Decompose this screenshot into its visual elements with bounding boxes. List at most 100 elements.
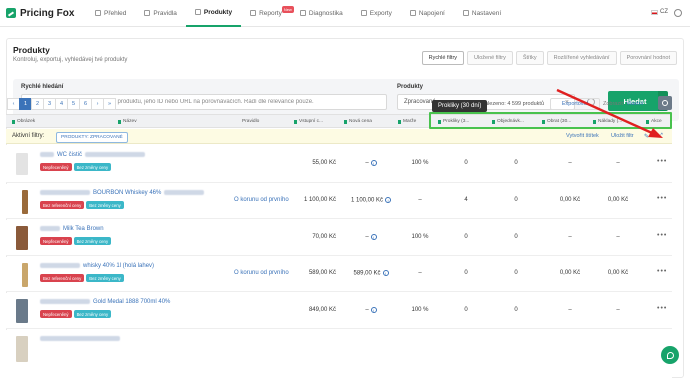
column-tooltip: Prokliky (30 dní) (432, 100, 488, 112)
language-code: CZ (660, 9, 668, 15)
logo-text: Pricing Fox (20, 7, 75, 19)
view-value: Vlastní (626, 101, 644, 107)
logo[interactable]: Pricing Fox (6, 8, 86, 19)
table-row[interactable] (6, 330, 672, 378)
sort-icon (12, 119, 15, 124)
language-switch[interactable]: CZ (651, 9, 668, 15)
cell-clicks: 4 (464, 197, 468, 203)
info-icon[interactable]: i (382, 270, 389, 276)
diagnostics-icon (299, 10, 306, 16)
tab-stitky[interactable]: Štítky (515, 51, 544, 65)
cell-orders: 0 (514, 234, 518, 240)
product-name[interactable] (40, 336, 123, 342)
cell-orders: 0 (514, 160, 518, 166)
col-name[interactable]: Název (118, 115, 233, 128)
cell-new-price-text: – (365, 234, 369, 241)
pagination: ‹ 1 2 3 4 5 6 › » (7, 98, 116, 110)
row-tags: Bez referenční ceny Bez změny ceny (40, 274, 124, 282)
nav-nastaveni[interactable]: Nastavení (454, 0, 510, 27)
products-icon (194, 9, 201, 15)
view-select[interactable]: Zobrazit: Vlastní (603, 98, 658, 110)
cell-revenue: – (568, 234, 572, 240)
products-select-value: Zpracované (404, 99, 436, 105)
products-filter-label: Produkty (397, 84, 424, 90)
sort-icon (344, 119, 347, 124)
save-filter-button[interactable]: Uložit filtr (611, 133, 634, 139)
col-new-price[interactable]: Nová cena (344, 115, 396, 128)
info-icon[interactable]: i (370, 307, 377, 313)
table-row[interactable]: Milk Tea Brown Nepřeceněný Bez změny ceny… (6, 220, 672, 256)
chat-button[interactable] (661, 346, 679, 364)
product-name[interactable]: Gold Medal 1888 700ml 40% (40, 299, 170, 305)
row-actions-menu[interactable]: ••• (657, 305, 667, 312)
highlight-box (429, 112, 672, 129)
cell-new-price-text: 589,00 Kč (353, 270, 381, 277)
expand-icon[interactable]: ⤢ (658, 133, 663, 140)
nav-prehled[interactable]: Přehled (86, 0, 135, 27)
nav-label: Napojení (418, 9, 445, 17)
cell-costs: – (616, 234, 620, 240)
cell-margin: – (418, 270, 422, 276)
product-name[interactable]: WC čistič (40, 152, 148, 158)
col-input-price[interactable]: Vstupní c... (294, 115, 342, 128)
filter-chip[interactable]: PRODUKTY: ZPRACOVANÉ (56, 132, 128, 143)
nav-exporty[interactable]: Exporty (352, 0, 401, 27)
tab-ulozene-filtry[interactable]: Uložené filtry (467, 51, 513, 65)
cell-revenue: 0,00 Kč (559, 270, 581, 276)
create-tag-button[interactable]: Vytvořit štítek (566, 133, 599, 139)
edit-icon[interactable]: ✎ (644, 133, 649, 140)
cell-orders: 0 (514, 307, 518, 313)
tab-porovnani-hodnot[interactable]: Porovnání hodnot (619, 51, 677, 65)
tag-no-reference-price: Bez referenční ceny (40, 201, 85, 209)
column-settings-button[interactable] (658, 96, 672, 110)
cell-orders: 0 (514, 197, 518, 203)
tag-unrepriced: Nepřeceněný (40, 237, 72, 245)
nav-label: Nastavení (471, 9, 502, 17)
nav-napojeni[interactable]: Napojení (401, 0, 454, 27)
cell-new-price-text: – (365, 160, 369, 167)
nav-pravidla[interactable]: Pravidla (135, 0, 185, 27)
cell-margin: – (418, 197, 422, 203)
tab-rychle-filtry[interactable]: Rychlé filtry (421, 51, 465, 65)
info-icon[interactable]: i (385, 197, 392, 203)
info-icon[interactable]: i (370, 234, 377, 240)
product-name-text: Milk Tea Brown (63, 226, 104, 233)
table-row[interactable]: Gold Medal 1888 700ml 40% Nepřeceněný Bez… (6, 293, 672, 329)
export-label: Exportovat (561, 101, 589, 107)
product-name[interactable]: whisky 40% 1l (holá lahev) (40, 263, 154, 269)
nav-produkty[interactable]: Produkty (185, 0, 242, 27)
last-page-button[interactable]: » (103, 98, 116, 110)
row-actions-menu[interactable]: ••• (657, 268, 667, 275)
row-actions-menu[interactable]: ••• (657, 232, 667, 239)
fox-logo-icon (6, 8, 16, 18)
export-button[interactable]: Exportovat (550, 98, 600, 110)
nav-diagnostika[interactable]: Diagnostika (291, 0, 352, 27)
found-count: alezeno: 4 599 produktů (485, 101, 545, 107)
redacted-text (40, 190, 90, 195)
table-row[interactable]: BOURBON Whiskey 46% Bez referenční ceny B… (6, 184, 672, 219)
info-icon[interactable]: i (370, 160, 377, 166)
connection-icon (409, 10, 416, 16)
cell-new-price: – i (346, 234, 396, 241)
col-image[interactable]: Obrázek (12, 115, 112, 128)
col-rule[interactable]: Pravidlo (242, 115, 292, 128)
nav-reporty[interactable]: Reporty New (241, 0, 294, 27)
tag-no-price-change: Bez změny ceny (86, 201, 124, 209)
table-row[interactable]: whisky 40% 1l (holá lahev) Bez referenčn… (6, 257, 672, 292)
product-name[interactable]: Milk Tea Brown (40, 226, 104, 232)
user-icon[interactable] (674, 9, 682, 17)
app-root: Pricing Fox Přehled Pravidla Produkty Re… (0, 0, 690, 378)
cell-orders: 0 (514, 270, 518, 276)
product-name[interactable]: BOURBON Whiskey 46% (40, 190, 207, 196)
chat-icon (666, 351, 674, 359)
tag-no-price-change: Bez změny ceny (86, 274, 124, 282)
page-subtitle: Kontroluj, exportuj, vyhledávej tvé prod… (13, 57, 128, 63)
tag-no-price-change: Bez změny ceny (73, 310, 112, 318)
cell-costs: 0,00 Kč (607, 270, 629, 276)
tag-no-reference-price: Bez referenční ceny (40, 274, 85, 282)
table-row[interactable]: WC čistič Nepřeceněný Bez změny ceny 55,0… (6, 145, 672, 183)
tab-rozsirene-vyhledavani[interactable]: Rozšířené vyhledávání (546, 51, 617, 65)
row-actions-menu[interactable]: ••• (657, 158, 667, 165)
row-actions-menu[interactable]: ••• (657, 195, 667, 202)
tag-unrepriced: Nepřeceněný (40, 163, 72, 171)
